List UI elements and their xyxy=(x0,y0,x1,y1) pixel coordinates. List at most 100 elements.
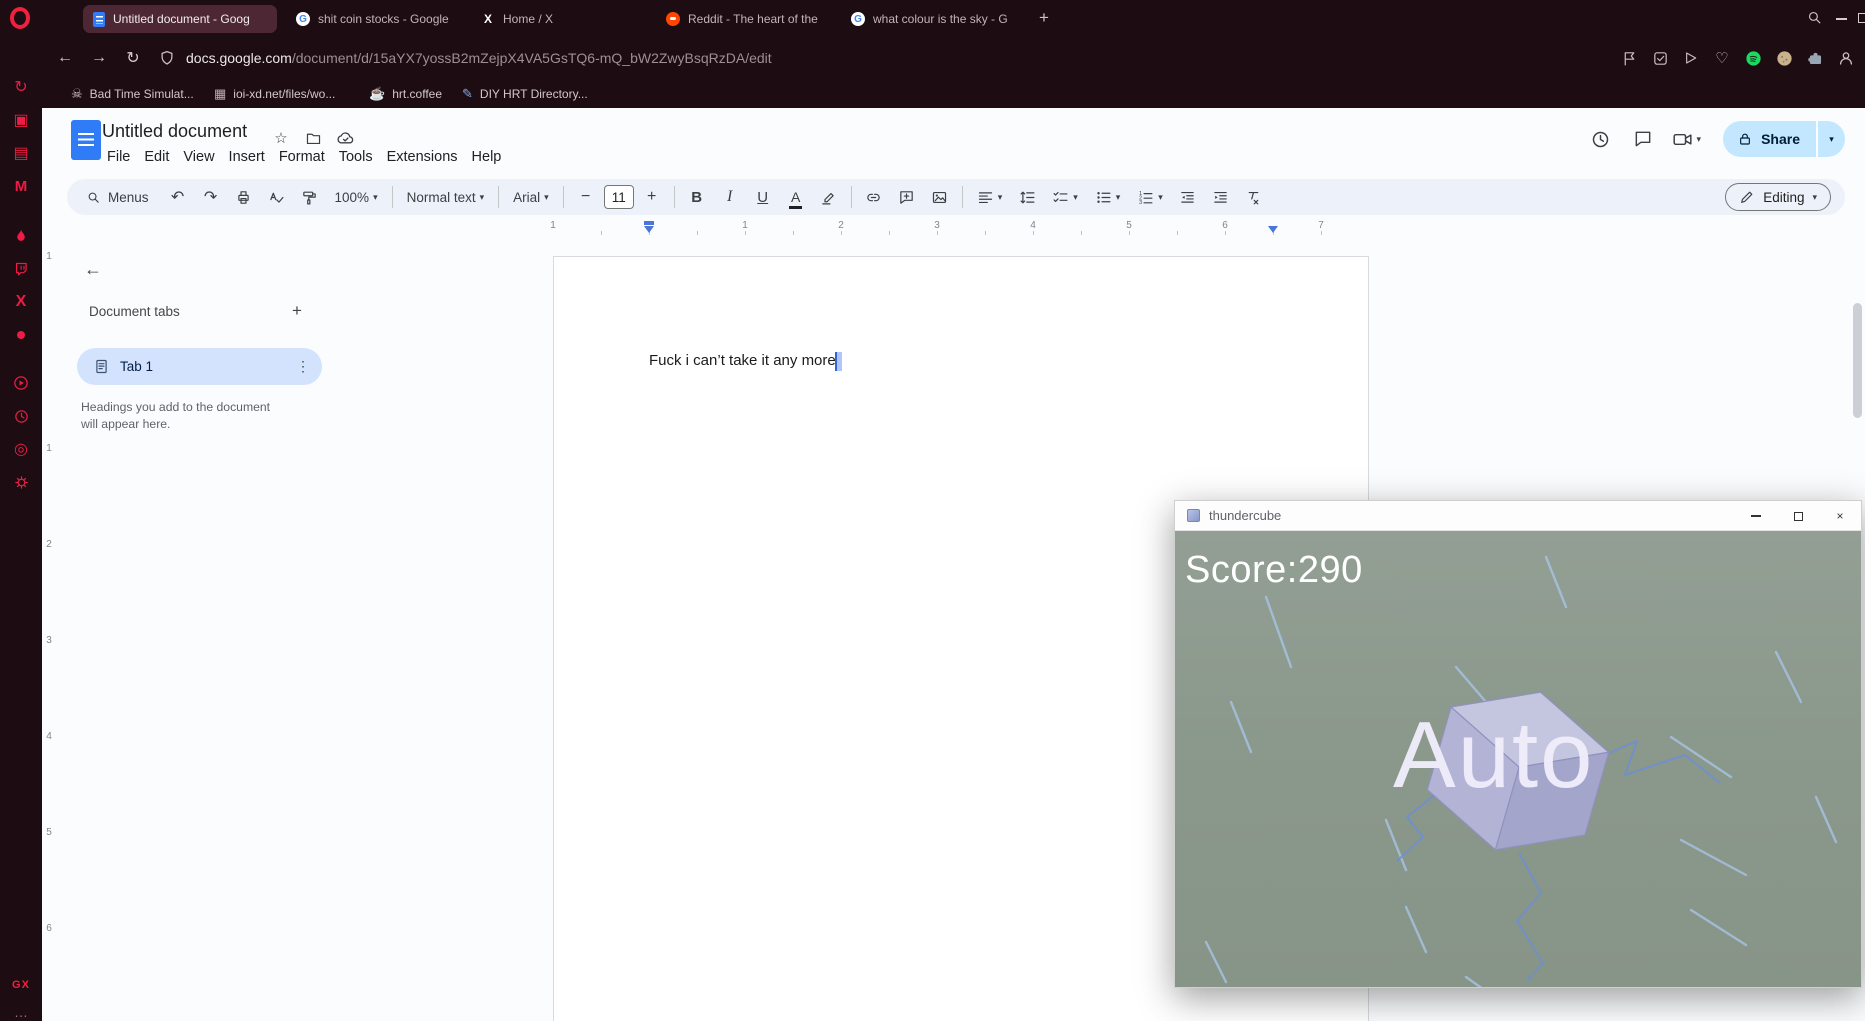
minimize-button[interactable] xyxy=(1735,501,1777,531)
site-info-icon[interactable] xyxy=(158,49,176,67)
menu-edit[interactable]: Edit xyxy=(137,147,176,167)
bookmark-item[interactable]: ☕ hrt.coffee xyxy=(369,79,442,108)
extension-spotify-icon[interactable] xyxy=(1742,47,1764,69)
menu-insert[interactable]: Insert xyxy=(222,147,272,167)
browser-tab-search-2[interactable]: G what colour is the sky - G xyxy=(841,5,1020,33)
menu-extensions[interactable]: Extensions xyxy=(380,147,465,167)
back-button[interactable]: ← xyxy=(54,47,76,69)
bulleted-list-select[interactable]: ▾ xyxy=(1088,183,1128,211)
font-size-field[interactable]: 11 xyxy=(603,185,634,209)
editing-mode-button[interactable]: Editing ▾ xyxy=(1725,183,1831,211)
sidebar-settings-icon[interactable] xyxy=(0,467,42,497)
clear-formatting-button[interactable] xyxy=(1239,183,1269,211)
tab-search-icon[interactable] xyxy=(1806,9,1823,31)
menus-search-button[interactable]: Menus xyxy=(75,183,160,211)
reload-button[interactable]: ↻ xyxy=(122,47,144,69)
text-color-button[interactable]: A xyxy=(781,183,811,211)
highlight-color-button[interactable] xyxy=(814,183,844,211)
horizontal-ruler[interactable]: 1 1 2 3 4 5 6 7 xyxy=(42,218,1865,238)
insert-link-button[interactable] xyxy=(859,183,889,211)
close-button[interactable]: × xyxy=(1819,501,1861,531)
cloud-status-icon[interactable] xyxy=(334,127,356,149)
pinboard-icon[interactable] xyxy=(1618,47,1640,69)
forward-button[interactable]: → xyxy=(88,47,110,69)
version-history-icon[interactable] xyxy=(1588,126,1614,152)
menu-view[interactable]: View xyxy=(176,147,221,167)
move-folder-icon[interactable] xyxy=(302,127,324,149)
sidebar-x-icon[interactable]: X xyxy=(0,287,42,317)
sidebar-cards-icon[interactable]: ▤ xyxy=(0,138,42,168)
menu-help[interactable]: Help xyxy=(465,147,509,167)
menu-tools[interactable]: Tools xyxy=(332,147,380,167)
browser-tab-search-1[interactable]: G shit coin stocks - Google xyxy=(286,5,465,33)
docs-logo[interactable] xyxy=(71,120,101,160)
hide-outline-button[interactable]: ← xyxy=(80,256,106,282)
spellcheck-button[interactable] xyxy=(262,183,292,211)
undo-button[interactable]: ↶ xyxy=(163,183,193,211)
sidebar-dot-icon[interactable] xyxy=(0,320,42,350)
underline-button[interactable]: U xyxy=(748,183,778,211)
browser-tab-reddit[interactable]: Reddit - The heart of the xyxy=(656,5,835,33)
extensions-puzzle-icon[interactable] xyxy=(1804,47,1826,69)
sidebar-messenger-icon[interactable]: M xyxy=(0,171,42,201)
menu-format[interactable]: Format xyxy=(272,147,332,167)
profile-icon[interactable] xyxy=(1835,47,1857,69)
sidebar-player-icon[interactable] xyxy=(0,368,42,398)
zoom-select[interactable]: 100% ▾ xyxy=(328,183,385,211)
share-button[interactable]: Share xyxy=(1723,121,1816,157)
browser-tab-x[interactable]: X Home / X xyxy=(471,5,650,33)
url-bar[interactable]: docs.google.com/document/d/15aYX7yossB2m… xyxy=(186,50,772,66)
sidebar-flame-icon[interactable] xyxy=(0,221,42,251)
sidebar-box-icon[interactable]: ▣ xyxy=(0,105,42,135)
tab-options-icon[interactable]: ⋮ xyxy=(296,358,310,375)
indent-marker-left[interactable] xyxy=(643,226,654,233)
increase-font-size-button[interactable]: + xyxy=(637,183,667,211)
star-icon[interactable]: ☆ xyxy=(270,127,292,149)
first-line-indent-marker[interactable] xyxy=(644,221,654,225)
line-spacing-button[interactable] xyxy=(1012,183,1042,211)
maximize-window-button[interactable] xyxy=(1858,13,1865,23)
sidebar-sync-icon[interactable]: ↻ xyxy=(0,72,42,102)
sidebar-history-icon[interactable] xyxy=(0,401,42,431)
extension-cookie-icon[interactable] xyxy=(1773,47,1795,69)
print-button[interactable] xyxy=(229,183,259,211)
redo-button[interactable]: ↷ xyxy=(196,183,226,211)
minimize-window-button[interactable] xyxy=(1836,18,1847,20)
comments-icon[interactable] xyxy=(1630,126,1656,152)
bookmark-item[interactable]: ✎ DIY HRT Directory... xyxy=(462,79,588,108)
add-tab-button[interactable]: + xyxy=(284,298,310,324)
bookmark-item[interactable]: ☠ Bad Time Simulat... xyxy=(71,79,194,108)
gx-logo[interactable]: GX xyxy=(0,970,42,1000)
meet-button[interactable]: ▾ xyxy=(1672,129,1701,150)
sidebar-twitch-icon[interactable] xyxy=(0,254,42,284)
share-dropdown-button[interactable]: ▾ xyxy=(1818,121,1845,157)
document-text[interactable]: Fuck i can’t take it any more xyxy=(649,352,836,369)
send-to-device-icon[interactable] xyxy=(1680,47,1702,69)
font-select[interactable]: Arial ▾ xyxy=(506,183,556,211)
new-tab-button[interactable]: + xyxy=(1032,6,1056,30)
align-select[interactable]: ▾ xyxy=(970,183,1010,211)
checkbox-icon[interactable] xyxy=(1649,47,1671,69)
document-tab-1[interactable]: Tab 1 ⋮ xyxy=(77,348,322,385)
sidebar-more-icon[interactable]: … xyxy=(0,997,42,1021)
checklist-select[interactable]: ▾ xyxy=(1045,183,1085,211)
indent-marker-right[interactable] xyxy=(1267,226,1278,233)
sidebar-target-icon[interactable]: ◎ xyxy=(0,434,42,464)
increase-indent-button[interactable] xyxy=(1206,183,1236,211)
bookmark-heart-icon[interactable]: ♡ xyxy=(1711,47,1733,69)
insert-image-button[interactable] xyxy=(925,183,955,211)
paint-format-button[interactable] xyxy=(295,183,325,211)
insert-comment-button[interactable] xyxy=(892,183,922,211)
thundercube-game-canvas[interactable]: Score:290 Auto xyxy=(1175,531,1861,987)
menu-file[interactable]: File xyxy=(100,147,137,167)
italic-button[interactable]: I xyxy=(715,183,745,211)
decrease-indent-button[interactable] xyxy=(1173,183,1203,211)
document-title[interactable]: Untitled document xyxy=(102,121,247,142)
decrease-font-size-button[interactable]: − xyxy=(571,183,601,211)
opera-menu-icon[interactable] xyxy=(10,7,30,29)
bold-button[interactable]: B xyxy=(682,183,712,211)
docs-scrollbar[interactable] xyxy=(1853,303,1862,418)
window-titlebar[interactable]: thundercube × xyxy=(1175,501,1861,531)
paragraph-style-select[interactable]: Normal text ▾ xyxy=(400,183,492,211)
browser-tab-docs[interactable]: Untitled document - Goog xyxy=(83,5,277,33)
